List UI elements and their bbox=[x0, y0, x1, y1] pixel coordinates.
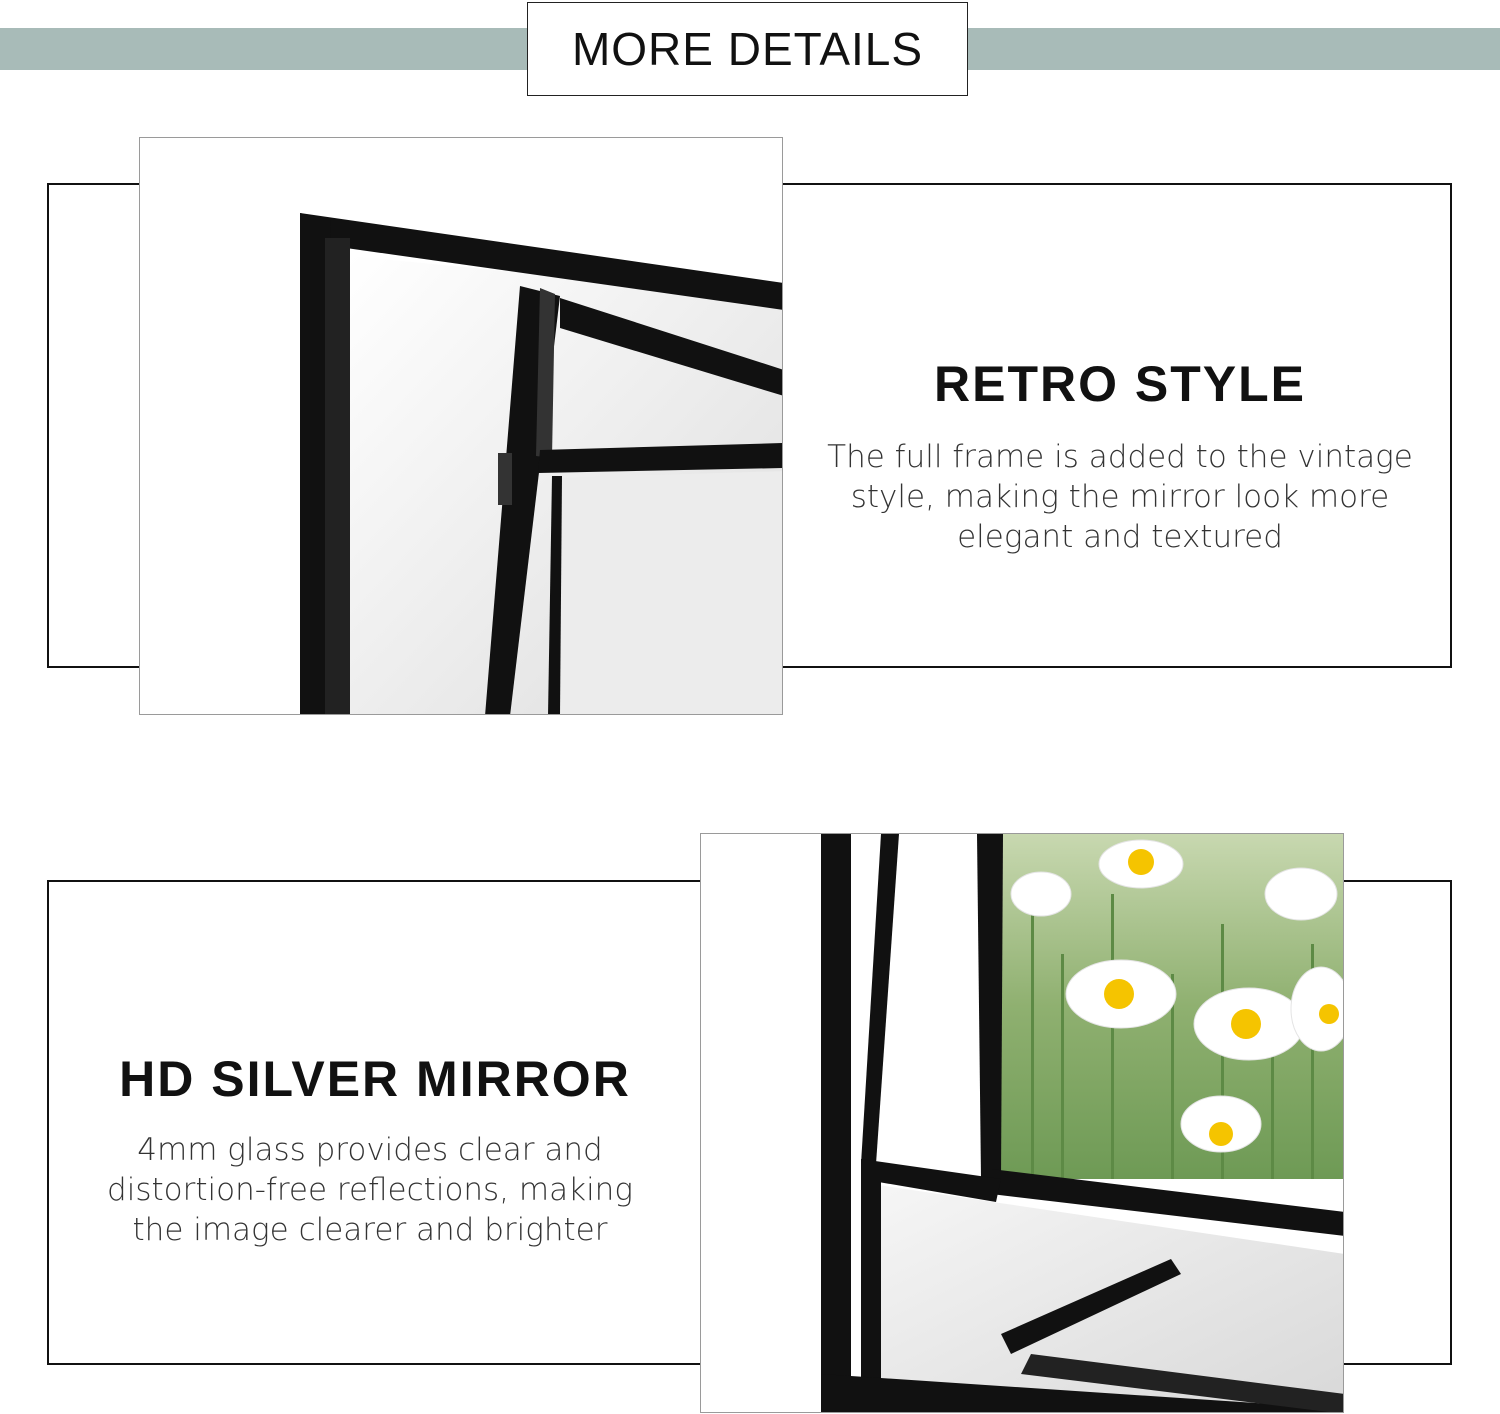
feature-title-mirror: HD SILVER MIRROR bbox=[119, 1051, 631, 1107]
frame-corner-image bbox=[140, 138, 782, 714]
mirror-reflection-photo bbox=[700, 833, 1344, 1413]
feature-desc-retro: The full frame is added to the vintage s… bbox=[827, 439, 1413, 555]
daisy-reflection-image bbox=[701, 834, 1343, 1412]
page-title: MORE DETAILS bbox=[571, 23, 924, 75]
feature-desc-mirror: 4mm glass provides clear and distortion-… bbox=[107, 1132, 633, 1248]
header-box: MORE DETAILS bbox=[527, 2, 968, 96]
feature-title-retro: RETRO STYLE bbox=[933, 356, 1307, 412]
retro-frame-photo bbox=[139, 137, 783, 715]
